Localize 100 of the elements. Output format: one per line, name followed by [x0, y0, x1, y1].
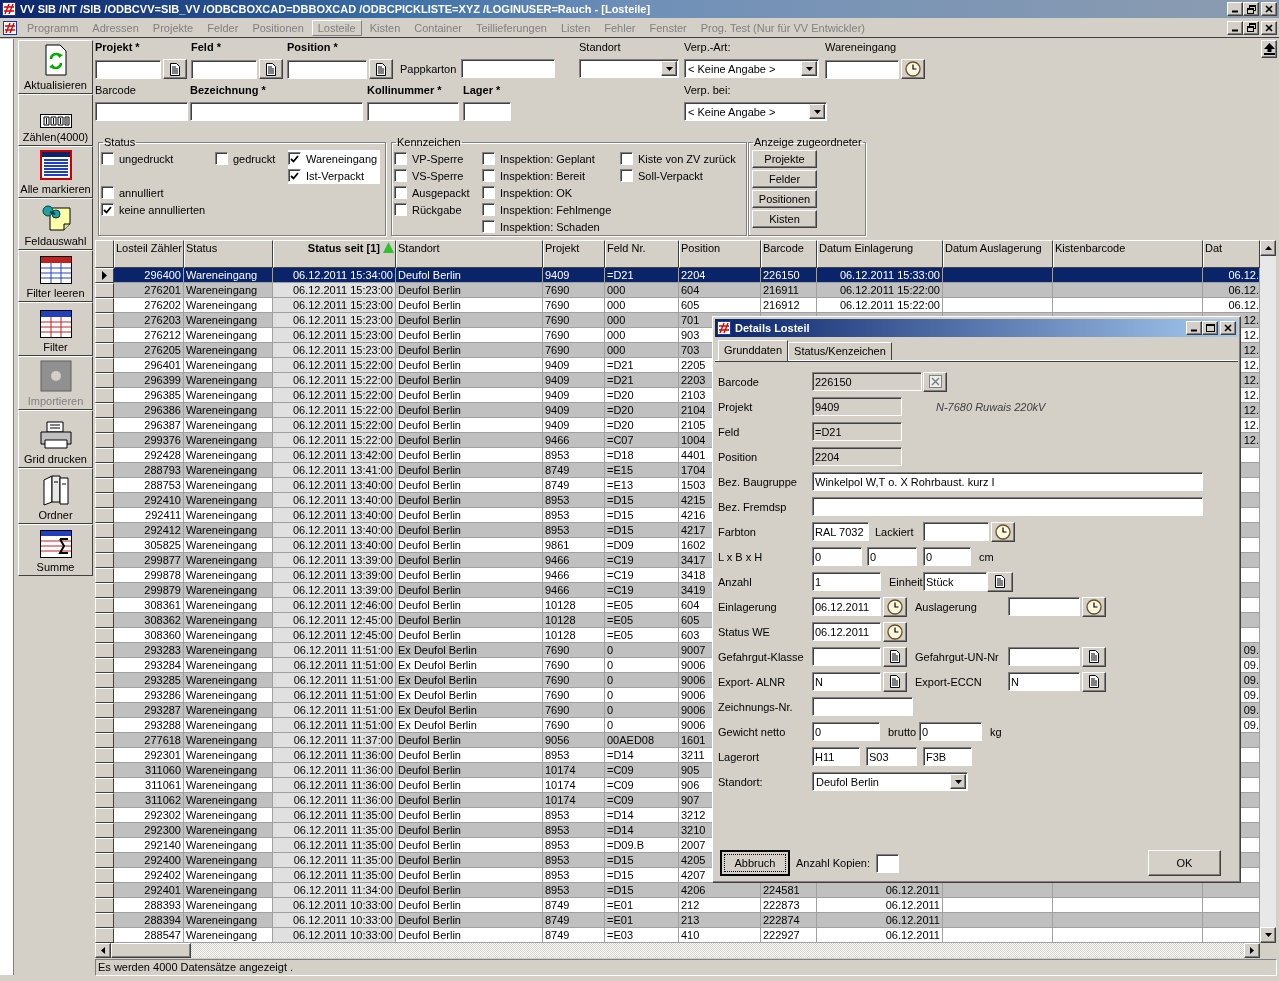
checkbox-box[interactable]: [101, 203, 114, 216]
text-field[interactable]: 1: [812, 572, 881, 591]
checkbox[interactable]: Wareneingang: [288, 150, 380, 167]
text-field[interactable]: [825, 59, 899, 79]
row-selector[interactable]: [95, 388, 114, 403]
lookup-button[interactable]: [987, 571, 1013, 592]
row-selector[interactable]: [95, 703, 114, 718]
row-selector[interactable]: [95, 643, 114, 658]
row-selector[interactable]: [95, 268, 114, 283]
calendar-button[interactable]: [991, 521, 1015, 542]
vertical-scrollbar[interactable]: [1260, 240, 1276, 943]
calendar-button[interactable]: [883, 596, 907, 617]
checkbox-box[interactable]: [101, 152, 114, 165]
toolbar-button[interactable]: Alle markieren: [18, 146, 93, 198]
scroll-down-button[interactable]: [1260, 927, 1276, 943]
column-header[interactable]: Datum Einlagerung: [817, 240, 943, 268]
minimize-button[interactable]: [1227, 20, 1243, 35]
checkbox-box[interactable]: [482, 220, 495, 233]
text-field[interactable]: S03: [866, 747, 917, 766]
text-field[interactable]: [190, 102, 363, 121]
checkbox-box[interactable]: [394, 203, 407, 216]
column-header[interactable]: Kistenbarcode: [1053, 240, 1203, 268]
checkbox[interactable]: Inspektion: Schaden: [482, 218, 620, 235]
row-selector[interactable]: [95, 628, 114, 643]
text-field[interactable]: 06.12.2011: [812, 597, 881, 616]
column-header[interactable]: Losteil Zähler: [114, 240, 184, 268]
button[interactable]: Positionen: [752, 190, 817, 208]
table-row[interactable]: 288394 Wareneingang 06.12.2011 10:33:00 Deufol Berlin 8749 =E01 213 222874 06.12.2011: [95, 913, 1260, 928]
text-field[interactable]: [812, 697, 913, 716]
row-selector[interactable]: [95, 853, 114, 868]
row-selector[interactable]: [95, 328, 114, 343]
row-selector[interactable]: [95, 598, 114, 613]
lookup-button[interactable]: [259, 59, 283, 79]
calendar-button[interactable]: [1082, 596, 1106, 617]
minimize-button[interactable]: [1227, 2, 1243, 16]
checkbox-box[interactable]: [620, 169, 633, 182]
column-header[interactable]: Feld Nr.: [605, 240, 679, 268]
button[interactable]: Felder: [752, 170, 817, 188]
text-field[interactable]: Winkelpol W,T o. X Rohrbaust. kurz I: [812, 472, 1203, 491]
row-selector[interactable]: [95, 763, 114, 778]
copies-field[interactable]: [876, 853, 899, 873]
toolbar-button[interactable]: Summe: [18, 524, 93, 576]
calendar-button[interactable]: [883, 621, 907, 642]
row-selector[interactable]: [95, 313, 114, 328]
text-field[interactable]: [1008, 597, 1080, 616]
checkbox[interactable]: Inspektion: Bereit: [482, 167, 620, 184]
lookup-button[interactable]: [1082, 671, 1106, 692]
lookup-button[interactable]: [163, 59, 187, 79]
checkbox-box[interactable]: [394, 186, 407, 199]
scrollbar-thumb[interactable]: [111, 943, 191, 958]
lookup-button[interactable]: [369, 59, 393, 79]
text-field[interactable]: [95, 59, 161, 79]
row-selector[interactable]: [95, 373, 114, 388]
column-header[interactable]: Datum Auslagerung: [943, 240, 1053, 268]
column-header[interactable]: Status seit [1]: [273, 240, 396, 268]
text-field[interactable]: =D21: [812, 422, 902, 441]
toolbar-button[interactable]: Filter leeren: [18, 250, 93, 302]
row-selector[interactable]: [95, 718, 114, 733]
checkbox-box[interactable]: [482, 152, 495, 165]
toolbar-button[interactable]: Zählen(4000): [18, 94, 93, 146]
text-field[interactable]: [95, 102, 188, 121]
checkbox[interactable]: Ausgepackt: [394, 184, 482, 201]
toolbar-button[interactable]: Aktualisieren: [18, 40, 93, 94]
checkbox[interactable]: ungedruckt: [101, 150, 215, 167]
restore-button[interactable]: [1243, 20, 1259, 35]
row-selector[interactable]: [95, 418, 114, 433]
tab[interactable]: Grunddaten: [718, 340, 789, 361]
row-selector[interactable]: [95, 733, 114, 748]
horizontal-scrollbar[interactable]: [95, 943, 1260, 958]
scroll-up-button[interactable]: [1260, 240, 1276, 256]
row-selector[interactable]: [95, 508, 114, 523]
dropdown[interactable]: < Keine Angabe >: [684, 102, 827, 121]
text-field[interactable]: Stück: [923, 572, 987, 591]
checkbox-box[interactable]: [620, 152, 633, 165]
row-selector[interactable]: [95, 448, 114, 463]
checkbox-box[interactable]: [215, 152, 228, 165]
restore-button[interactable]: [1243, 2, 1259, 16]
column-header[interactable]: Position: [679, 240, 761, 268]
column-header[interactable]: Projekt: [543, 240, 605, 268]
row-selector[interactable]: [95, 298, 114, 313]
row-selector[interactable]: [95, 928, 114, 943]
row-selector[interactable]: [95, 493, 114, 508]
text-field[interactable]: N: [812, 672, 881, 691]
cancel-button[interactable]: Abbruch: [720, 850, 790, 876]
row-selector[interactable]: [95, 538, 114, 553]
column-header[interactable]: Standort: [396, 240, 543, 268]
lookup-button[interactable]: [1082, 646, 1106, 667]
checkbox[interactable]: VP-Sperre: [394, 150, 482, 167]
toolbar-button[interactable]: Filter: [18, 302, 93, 356]
close-button[interactable]: [1220, 321, 1236, 335]
text-field[interactable]: N: [1008, 672, 1080, 691]
checkbox[interactable]: keine annullierten: [101, 201, 215, 218]
row-selector[interactable]: [95, 823, 114, 838]
row-selector[interactable]: [95, 898, 114, 913]
table-row[interactable]: 296400 Wareneingang 06.12.2011 15:34:00 Deufol Berlin 9409 =D21 2204 226150 06.12.2011 15:33:00 06.12.: [95, 268, 1260, 283]
text-field[interactable]: 0: [812, 547, 862, 566]
text-field[interactable]: 0: [923, 547, 971, 566]
row-selector[interactable]: [95, 688, 114, 703]
text-field[interactable]: 0: [919, 722, 982, 741]
maximize-button[interactable]: [1202, 321, 1218, 335]
